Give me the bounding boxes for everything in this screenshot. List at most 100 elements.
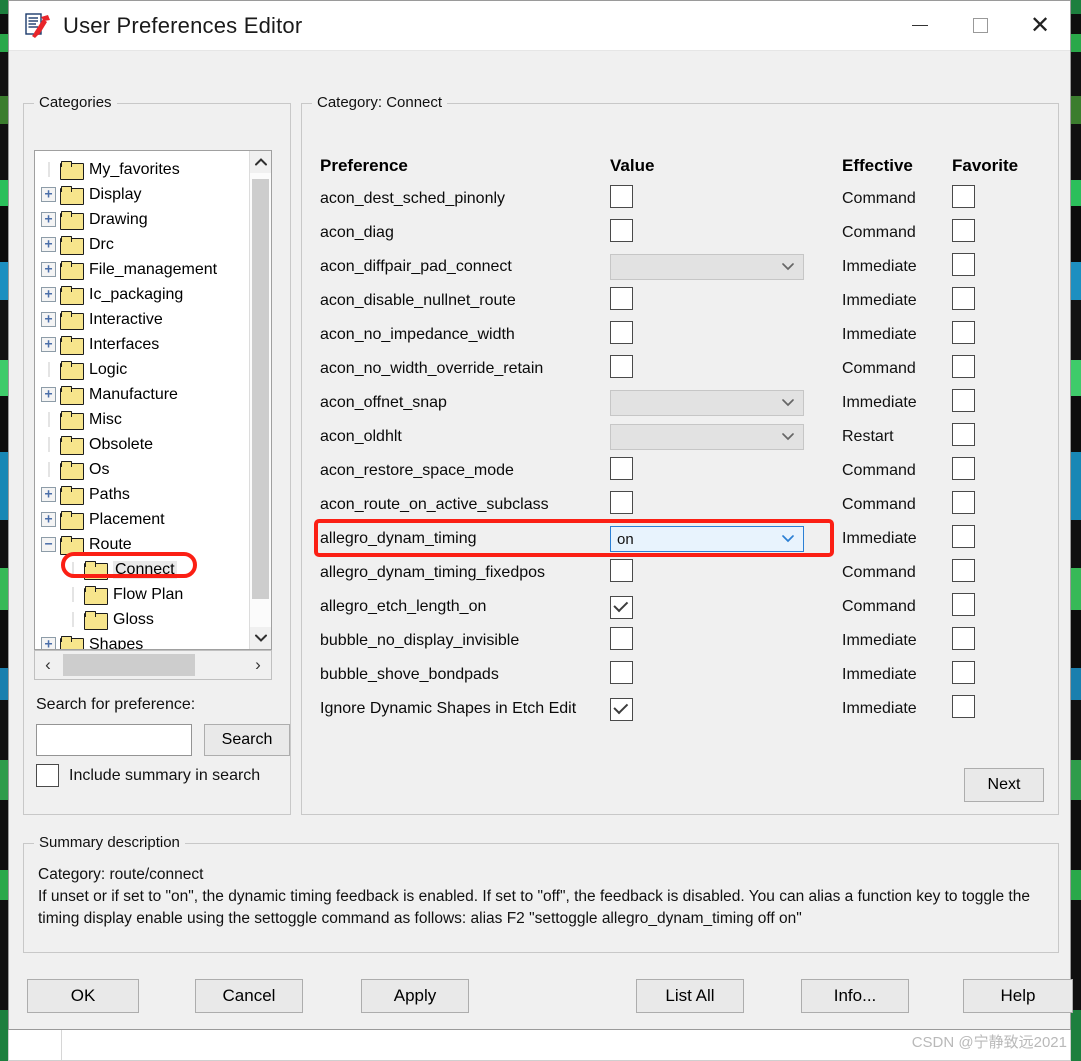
- preference-value-checkbox[interactable]: [610, 596, 633, 619]
- preference-value-checkbox[interactable]: [610, 661, 633, 684]
- tree-item-my-favorites[interactable]: My_favorites: [37, 157, 249, 182]
- window-client-area: Categories My_favorites+Display+Drawing+…: [9, 51, 1070, 1029]
- chevron-down-icon[interactable]: [781, 532, 795, 546]
- preference-value-checkbox[interactable]: [610, 219, 633, 242]
- chevron-left-icon[interactable]: ‹: [35, 655, 61, 675]
- tree-item-placement[interactable]: +Placement: [37, 507, 249, 532]
- tree-item-os[interactable]: Os: [37, 457, 249, 482]
- preference-value-checkbox[interactable]: [610, 491, 633, 514]
- preference-value-checkbox[interactable]: [610, 185, 633, 208]
- tree-item-file-management[interactable]: +File_management: [37, 257, 249, 282]
- tree-hscroll-track[interactable]: [61, 651, 245, 679]
- tree-item-interactive[interactable]: +Interactive: [37, 307, 249, 332]
- expand-plus-icon[interactable]: +: [41, 487, 56, 502]
- preference-value-dropdown[interactable]: [610, 424, 804, 450]
- tree-item-shapes[interactable]: +Shapes: [37, 632, 249, 649]
- tree-hscroll-thumb[interactable]: [63, 654, 195, 676]
- tree-item-route[interactable]: −Route: [37, 532, 249, 557]
- expand-plus-icon[interactable]: +: [41, 262, 56, 277]
- tree-item-manufacture[interactable]: +Manufacture: [37, 382, 249, 407]
- tree-item-ic-packaging[interactable]: +Ic_packaging: [37, 282, 249, 307]
- tree-item-logic[interactable]: Logic: [37, 357, 249, 382]
- tree-item-interfaces[interactable]: +Interfaces: [37, 332, 249, 357]
- expand-plus-icon[interactable]: +: [41, 512, 56, 527]
- preference-name: Ignore Dynamic Shapes in Etch Edit: [320, 700, 610, 718]
- info-button[interactable]: Info...: [801, 979, 909, 1013]
- tree-item-gloss[interactable]: Gloss: [37, 607, 249, 632]
- help-button[interactable]: Help: [963, 979, 1073, 1013]
- chevron-up-icon[interactable]: [250, 151, 271, 173]
- expand-plus-icon[interactable]: +: [41, 237, 56, 252]
- preference-favorite-checkbox[interactable]: [952, 185, 975, 208]
- preference-favorite-checkbox[interactable]: [952, 695, 975, 718]
- ok-button[interactable]: OK: [27, 979, 139, 1013]
- collapse-minus-icon[interactable]: −: [41, 537, 56, 552]
- expand-plus-icon[interactable]: +: [41, 287, 56, 302]
- preference-value-checkbox[interactable]: [610, 457, 633, 480]
- preference-value-checkbox[interactable]: [610, 321, 633, 344]
- include-summary-row[interactable]: Include summary in search: [36, 764, 260, 787]
- tree-item-display[interactable]: +Display: [37, 182, 249, 207]
- preference-effective: Command: [842, 224, 952, 242]
- next-button[interactable]: Next: [964, 768, 1044, 802]
- preference-value-checkbox[interactable]: [610, 355, 633, 378]
- preference-favorite-checkbox[interactable]: [952, 661, 975, 684]
- expand-plus-icon[interactable]: +: [41, 637, 56, 649]
- maximize-icon[interactable]: [950, 1, 1010, 50]
- list-all-button[interactable]: List All: [636, 979, 744, 1013]
- close-icon[interactable]: ✕: [1010, 1, 1070, 50]
- preference-favorite-checkbox[interactable]: [952, 627, 975, 650]
- categories-tree[interactable]: My_favorites +Display+Drawing+Drc+File_ma…: [35, 151, 249, 649]
- expand-plus-icon[interactable]: +: [41, 312, 56, 327]
- preference-favorite-checkbox[interactable]: [952, 491, 975, 514]
- expand-plus-icon[interactable]: +: [41, 387, 56, 402]
- tree-item-misc[interactable]: Misc: [37, 407, 249, 432]
- search-button[interactable]: Search: [204, 724, 290, 756]
- preference-favorite-checkbox[interactable]: [952, 525, 975, 548]
- preference-value-dropdown[interactable]: on: [610, 526, 804, 552]
- expand-plus-icon[interactable]: +: [41, 187, 56, 202]
- preference-favorite-checkbox[interactable]: [952, 457, 975, 480]
- preference-favorite-checkbox[interactable]: [952, 219, 975, 242]
- tree-item-drc[interactable]: +Drc: [37, 232, 249, 257]
- expand-plus-icon[interactable]: +: [41, 212, 56, 227]
- preference-row: acon_oldhltRestart: [320, 420, 1042, 454]
- preference-value-dropdown[interactable]: [610, 390, 804, 416]
- chevron-right-icon[interactable]: ›: [245, 655, 271, 675]
- apply-button[interactable]: Apply: [361, 979, 469, 1013]
- preference-favorite-checkbox[interactable]: [952, 321, 975, 344]
- tree-item-flow-plan[interactable]: Flow Plan: [37, 582, 249, 607]
- preference-value-checkbox[interactable]: [610, 698, 633, 721]
- preference-value-cell: on: [610, 526, 842, 552]
- tree-item-connect[interactable]: Connect: [37, 557, 249, 582]
- preference-favorite-checkbox[interactable]: [952, 423, 975, 446]
- preference-value-checkbox[interactable]: [610, 559, 633, 582]
- cancel-button[interactable]: Cancel: [195, 979, 303, 1013]
- preference-favorite-checkbox[interactable]: [952, 593, 975, 616]
- preference-favorite-checkbox[interactable]: [952, 355, 975, 378]
- chevron-down-icon[interactable]: [781, 260, 795, 274]
- preference-favorite-checkbox[interactable]: [952, 559, 975, 582]
- tree-horizontal-scrollbar[interactable]: ‹ ›: [34, 650, 272, 680]
- tree-scroll-thumb[interactable]: [252, 179, 269, 599]
- minimize-icon[interactable]: [890, 1, 950, 50]
- tree-item-paths[interactable]: +Paths: [37, 482, 249, 507]
- search-input[interactable]: [36, 724, 192, 756]
- tree-item-label: My_favorites: [89, 161, 180, 179]
- chevron-down-icon[interactable]: [781, 396, 795, 410]
- chevron-down-icon[interactable]: [250, 627, 271, 649]
- preference-favorite-checkbox[interactable]: [952, 287, 975, 310]
- preference-favorite-checkbox[interactable]: [952, 389, 975, 412]
- preference-value-dropdown[interactable]: [610, 254, 804, 280]
- preference-value-checkbox[interactable]: [610, 627, 633, 650]
- categories-tree-panel[interactable]: My_favorites +Display+Drawing+Drc+File_ma…: [34, 150, 272, 650]
- tree-item-drawing[interactable]: +Drawing: [37, 207, 249, 232]
- preference-value-checkbox[interactable]: [610, 287, 633, 310]
- tree-scroll-track[interactable]: [250, 173, 271, 627]
- tree-vertical-scrollbar[interactable]: [249, 151, 271, 649]
- include-summary-checkbox[interactable]: [36, 764, 59, 787]
- preference-favorite-checkbox[interactable]: [952, 253, 975, 276]
- expand-plus-icon[interactable]: +: [41, 337, 56, 352]
- chevron-down-icon[interactable]: [781, 430, 795, 444]
- tree-item-obsolete[interactable]: Obsolete: [37, 432, 249, 457]
